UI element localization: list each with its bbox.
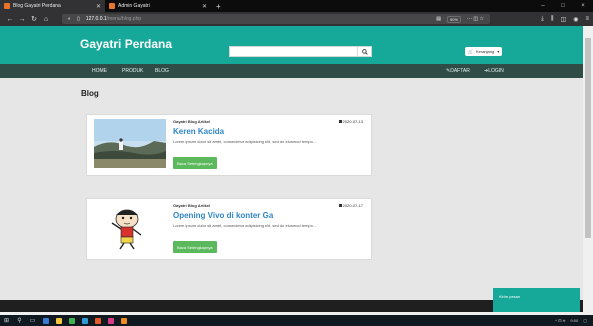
- post-thumbnail[interactable]: [94, 119, 166, 168]
- more-icon[interactable]: ··· ◫ ☆: [467, 16, 484, 22]
- blog-post-card: Gayatri Blog Artikel 2020-07-13 Keren Ka…: [86, 114, 372, 176]
- blog-post-card: Gayatri Blog Artikel 2020-07-17 Opening …: [86, 198, 372, 260]
- reader-icon[interactable]: ▤: [436, 16, 441, 22]
- menu-item-produk[interactable]: PRODUK: [122, 68, 143, 74]
- system-tray: ^ ⊡ ⟡ 9:00 ▢: [555, 315, 593, 326]
- favicon-icon: [109, 3, 115, 9]
- calendar-icon: [338, 204, 342, 207]
- maximize-button[interactable]: □: [553, 0, 573, 12]
- url-path: /menu/blog.php: [106, 16, 142, 22]
- post-title[interactable]: Keren Kacida: [173, 127, 224, 136]
- library-icon[interactable]: ⫼: [551, 16, 554, 23]
- start-icon[interactable]: ⊞: [0, 315, 13, 326]
- main-menu: HOME PRODUK BLOG ✎DAFTAR ➜LOGIN: [0, 64, 583, 78]
- app-icon[interactable]: [104, 315, 117, 326]
- app-icon[interactable]: [65, 315, 78, 326]
- reload-icon[interactable]: ↻: [28, 15, 40, 23]
- shield-icon: ◐: [68, 16, 72, 22]
- back-icon[interactable]: ←: [4, 16, 16, 23]
- close-icon[interactable]: ✕: [202, 3, 207, 10]
- post-thumbnail[interactable]: [94, 203, 166, 252]
- post-category: Gayatri Blog Artikel: [173, 203, 211, 208]
- window-controls: – □ ×: [533, 0, 593, 12]
- forward-icon[interactable]: →: [16, 16, 28, 23]
- account-icon[interactable]: ◉: [573, 16, 578, 23]
- app-icon[interactable]: [78, 315, 91, 326]
- page-viewport: Gayatri Perdana 🛒 Keranjang ▾ HOME PRODU…: [0, 26, 583, 312]
- calendar-icon: [338, 120, 342, 123]
- cart-icon: 🛒: [468, 49, 473, 54]
- site-header: Gayatri Perdana 🛒 Keranjang ▾: [0, 26, 583, 64]
- sidebar-icon[interactable]: ◫: [561, 16, 567, 23]
- menu-item-blog[interactable]: BLOG: [155, 68, 169, 74]
- url-bar[interactable]: ◐ ▯ 127.0.0.1 /menu/blog.php ▤ 90% ··· ◫…: [62, 14, 490, 24]
- cart-button[interactable]: 🛒 Keranjang ▾: [465, 47, 503, 56]
- read-more-button[interactable]: Baca Selengkapnya: [173, 241, 217, 253]
- close-window-button[interactable]: ×: [573, 0, 593, 12]
- notification-icon[interactable]: ▢: [583, 318, 587, 323]
- favicon-icon: [4, 3, 10, 9]
- menu-item-login[interactable]: ➜LOGIN: [484, 68, 504, 74]
- post-date: 2020-07-13: [338, 119, 363, 124]
- close-icon[interactable]: ✕: [96, 3, 101, 10]
- home-icon[interactable]: ⌂: [40, 16, 52, 23]
- tab-label: Admin Gayatri: [118, 3, 150, 9]
- chevron-down-icon: ▾: [497, 49, 500, 54]
- post-date: 2020-07-17: [338, 203, 363, 208]
- site-brand[interactable]: Gayatri Perdana: [80, 37, 172, 51]
- tab-blog[interactable]: Blog Gayatri Perdana ✕: [0, 0, 105, 12]
- cart-label: Keranjang: [475, 49, 495, 54]
- minimize-button[interactable]: –: [533, 0, 553, 12]
- scrollbar-thumb[interactable]: [585, 38, 591, 238]
- tab-admin[interactable]: Admin Gayatri ✕: [105, 0, 211, 12]
- app-icon[interactable]: [39, 315, 52, 326]
- post-excerpt: Lorem ipsum dolor sit amet, consectetur …: [173, 139, 317, 144]
- os-taskbar: ⊞ ⚲ ▭ ^ ⊡ ⟡ 9:00 ▢: [0, 315, 593, 326]
- chat-widget[interactable]: Kirim pesan: [493, 288, 580, 312]
- page-icon: ▯: [77, 16, 80, 22]
- vertical-scrollbar[interactable]: [583, 26, 593, 312]
- post-excerpt: Lorem ipsum dolor sit amet, consectetur …: [173, 223, 317, 228]
- url-host: 127.0.0.1: [85, 16, 107, 22]
- browser-tab-bar: Blog Gayatri Perdana ✕ Admin Gayatri ✕ +…: [0, 0, 593, 12]
- clock[interactable]: 9:00: [570, 318, 578, 323]
- app-icon[interactable]: [52, 315, 65, 326]
- page-title: Blog: [81, 89, 99, 98]
- search-icon[interactable]: [357, 47, 371, 56]
- tray-icons[interactable]: ^ ⊡ ⟡: [555, 318, 565, 323]
- menu-icon[interactable]: ≡: [585, 16, 589, 22]
- post-title[interactable]: Opening Vivo di konter Ga: [173, 211, 273, 220]
- task-view-icon[interactable]: ▭: [26, 315, 39, 326]
- new-tab-button[interactable]: +: [211, 2, 226, 11]
- download-icon[interactable]: ⤓: [541, 16, 544, 23]
- app-icon[interactable]: [117, 315, 130, 326]
- search-icon[interactable]: ⚲: [13, 315, 26, 326]
- browser-toolbar: ← → ↻ ⌂ ◐ ▯ 127.0.0.1 /menu/blog.php ▤ 9…: [0, 12, 593, 26]
- post-category: Gayatri Blog Artikel: [173, 119, 211, 124]
- toolbar-right: ⤓ ⫼ ◫ ◉ ≡: [541, 12, 589, 26]
- menu-item-home[interactable]: HOME: [92, 68, 107, 74]
- read-more-button[interactable]: Baca Selengkapnya: [173, 157, 217, 169]
- app-icon[interactable]: [91, 315, 104, 326]
- menu-item-daftar[interactable]: ✎DAFTAR: [446, 68, 470, 74]
- tab-label: Blog Gayatri Perdana: [13, 3, 61, 9]
- search-input[interactable]: [229, 46, 372, 57]
- zoom-level[interactable]: 90%: [447, 15, 462, 23]
